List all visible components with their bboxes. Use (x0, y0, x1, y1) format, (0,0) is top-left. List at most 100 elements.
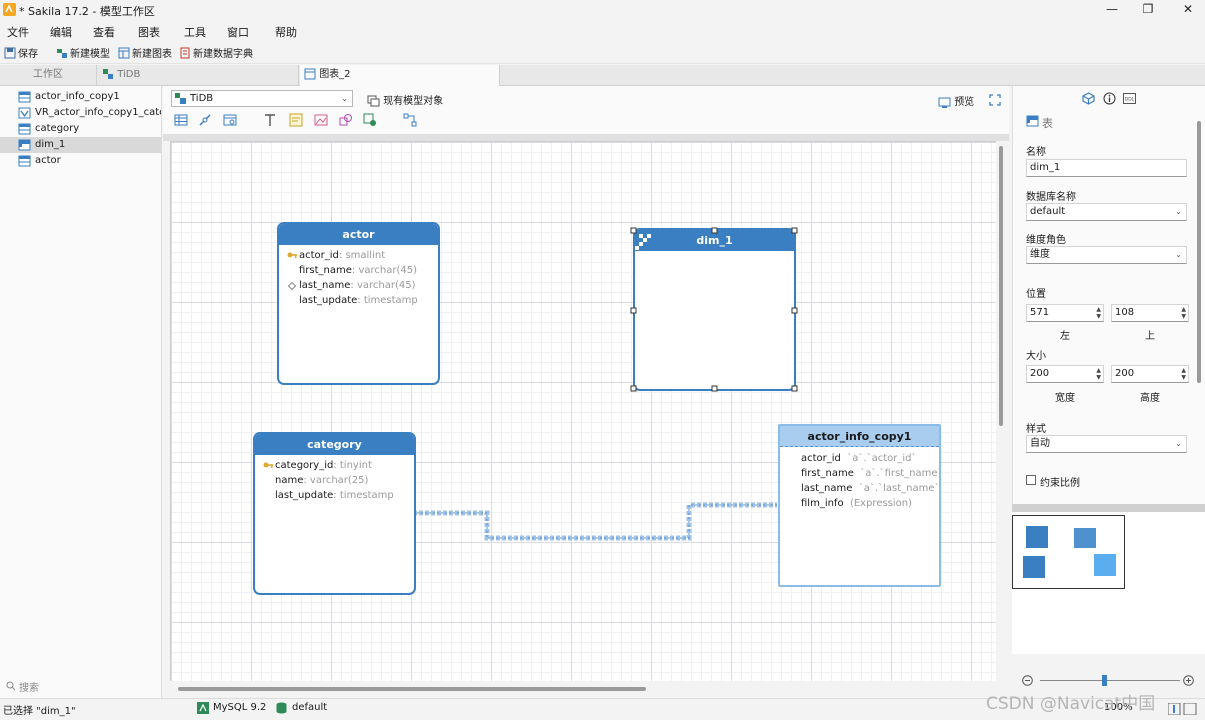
position-x-value: 571 (1030, 307, 1050, 318)
maximize-button[interactable]: ❐ (1140, 2, 1156, 16)
menu-file[interactable]: 文件 (7, 24, 29, 40)
chevron-down-icon: ⌄ (1175, 250, 1182, 259)
name-input-value: dim_1 (1030, 162, 1061, 173)
preview-button[interactable]: 预览 (938, 93, 974, 108)
dimension-role-select[interactable]: 维度 ⌄ (1026, 246, 1187, 264)
horizontal-scrollbar-track[interactable] (170, 684, 1000, 694)
search-box[interactable]: 搜索 (0, 676, 162, 696)
view-mode-icon[interactable] (1168, 703, 1198, 715)
view-actor-info-copy1[interactable]: actor_info_copy1 actor_id `a`.`actor_id`… (778, 424, 941, 587)
menu-tools[interactable]: 工具 (184, 24, 206, 40)
database-icon (276, 702, 287, 714)
tree-item-category[interactable]: category (0, 121, 161, 137)
zoom-in-icon[interactable] (1183, 675, 1194, 686)
field-type: `a`.`first_name` (860, 468, 941, 479)
tab-tidb[interactable]: TiDB (98, 65, 299, 86)
menu-bar: 文件 编辑 查看 图表 工具 窗口 帮助 (0, 20, 1205, 41)
menu-help[interactable]: 帮助 (275, 24, 297, 40)
layer-tool-icon[interactable] (363, 113, 377, 127)
section-title: 表 (1042, 117, 1053, 130)
tree-item-actor[interactable]: actor (0, 153, 161, 169)
field-row[interactable]: first_name `a`.`first_name` (801, 466, 941, 481)
height-value: 200 (1115, 368, 1135, 379)
field-row[interactable]: category_id: tinyint (275, 458, 372, 473)
spinner-icon[interactable]: ▲ ▼ (1096, 306, 1101, 320)
image-tool-icon[interactable] (314, 113, 328, 127)
spinner-icon[interactable]: ▲ ▼ (1096, 367, 1101, 381)
dim-table-icon (1026, 115, 1039, 127)
tab-workspace[interactable]: 工作区 (0, 65, 97, 86)
position-y-input[interactable]: 108 ▲ ▼ (1111, 304, 1189, 322)
text-tool-icon[interactable] (263, 113, 277, 127)
entity-actor[interactable]: actor actor_id: smallint first_name: var… (277, 222, 440, 385)
spinner-icon[interactable]: ▲ ▼ (1181, 367, 1186, 381)
info-icon[interactable] (1103, 92, 1116, 105)
new-table-tool-icon[interactable] (174, 113, 188, 127)
field-row[interactable]: first_name: varchar(45) (299, 263, 417, 278)
db-name-value: default (1030, 206, 1066, 217)
field-row[interactable]: last_name `a`.`last_name` (801, 481, 939, 496)
menu-window[interactable]: 窗口 (227, 24, 249, 40)
field-row[interactable]: actor_id `a`.`actor_id` (801, 451, 916, 466)
ddl-icon[interactable]: DDL (1123, 93, 1136, 104)
table-icon (18, 155, 31, 167)
position-x-input[interactable]: 571 ▲ ▼ (1026, 304, 1104, 322)
properties-panel: DDL 表 名称 dim_1 数据库名称 default ⌄ 维度角色 维度 ⌄ 位… (1012, 86, 1205, 504)
fullscreen-icon[interactable] (989, 94, 1001, 106)
new-view-tool-icon[interactable] (223, 113, 237, 127)
auto-layout-tool-icon[interactable] (403, 113, 417, 127)
existing-objects-label: 现有模型对象 (383, 96, 444, 107)
diagram-canvas[interactable]: actor actor_id: smallint first_name: var… (170, 141, 996, 681)
field-type: : smallint (338, 250, 386, 261)
name-input[interactable]: dim_1 (1026, 159, 1187, 177)
save-button[interactable]: 保存 (4, 45, 38, 60)
preview-label: 预览 (954, 97, 975, 108)
db-name-label: 数据库名称 (1026, 192, 1076, 203)
new-model-button[interactable]: 新建模型 (56, 45, 110, 60)
field-row[interactable]: actor_id: smallint (299, 248, 385, 263)
height-input[interactable]: 200 ▲ ▼ (1111, 365, 1189, 383)
zoom-out-icon[interactable] (1022, 675, 1033, 686)
field-row[interactable]: last_name: varchar(45) (299, 278, 416, 293)
tree-item-actor-info-copy1[interactable]: actor_info_copy1 (0, 89, 161, 105)
schema-select[interactable]: TiDB ⌄ (171, 90, 353, 107)
primary-key-icon (263, 462, 273, 468)
width-input[interactable]: 200 ▲ ▼ (1026, 365, 1104, 383)
tab-diagram-2[interactable]: 图表_2 (300, 65, 500, 86)
constrain-ratio-checkbox[interactable] (1026, 475, 1036, 485)
properties-scrollbar[interactable] (1197, 121, 1201, 383)
field-name: last_name (299, 280, 351, 291)
tree-item-dim-1[interactable]: dim_1 (0, 137, 161, 153)
menu-diagram[interactable]: 图表 (138, 24, 160, 40)
properties-cube-icon[interactable] (1082, 92, 1095, 105)
field-row[interactable]: film_info (Expression) (801, 496, 912, 511)
zoom-slider-thumb[interactable] (1102, 675, 1107, 686)
entity-category[interactable]: category category_id: tinyint name: varc… (253, 432, 416, 595)
vertical-scrollbar[interactable] (999, 146, 1003, 426)
new-dictionary-button[interactable]: 新建数据字典 (179, 45, 253, 60)
note-tool-icon[interactable] (289, 113, 303, 127)
relation-tool-icon[interactable] (198, 113, 212, 127)
field-row[interactable]: name: varchar(25) (275, 473, 368, 488)
existing-objects-button[interactable]: 现有模型对象 (367, 92, 443, 107)
shape-tool-icon[interactable] (339, 113, 353, 127)
spinner-icon[interactable]: ▲ ▼ (1181, 306, 1186, 320)
field-row[interactable]: last_update: timestamp (275, 488, 394, 503)
menu-edit[interactable]: 编辑 (50, 24, 72, 40)
new-model-icon (57, 49, 67, 58)
overview-minimap[interactable] (1012, 504, 1205, 654)
style-select[interactable]: 自动 ⌄ (1026, 435, 1187, 453)
tree-item-vr-actor-info[interactable]: VR_actor_info_copy1_categ (0, 105, 161, 121)
close-button[interactable]: ✕ (1180, 2, 1196, 16)
diagram-toolbar: TiDB ⌄ 现有模型对象 预览 (163, 86, 1009, 134)
zoom-slider-track[interactable] (1040, 680, 1180, 681)
menu-view[interactable]: 查看 (93, 24, 115, 40)
db-name-select[interactable]: default ⌄ (1026, 203, 1187, 221)
field-row[interactable]: last_update: timestamp (299, 293, 418, 308)
horizontal-scrollbar-thumb[interactable] (178, 687, 646, 691)
schema-status: default (292, 702, 328, 713)
minimize-button[interactable]: — (1104, 2, 1120, 16)
field-name: first_name (299, 265, 352, 276)
new-diagram-button[interactable]: 新建图表 (118, 45, 172, 60)
selection-handles[interactable] (627, 224, 803, 396)
